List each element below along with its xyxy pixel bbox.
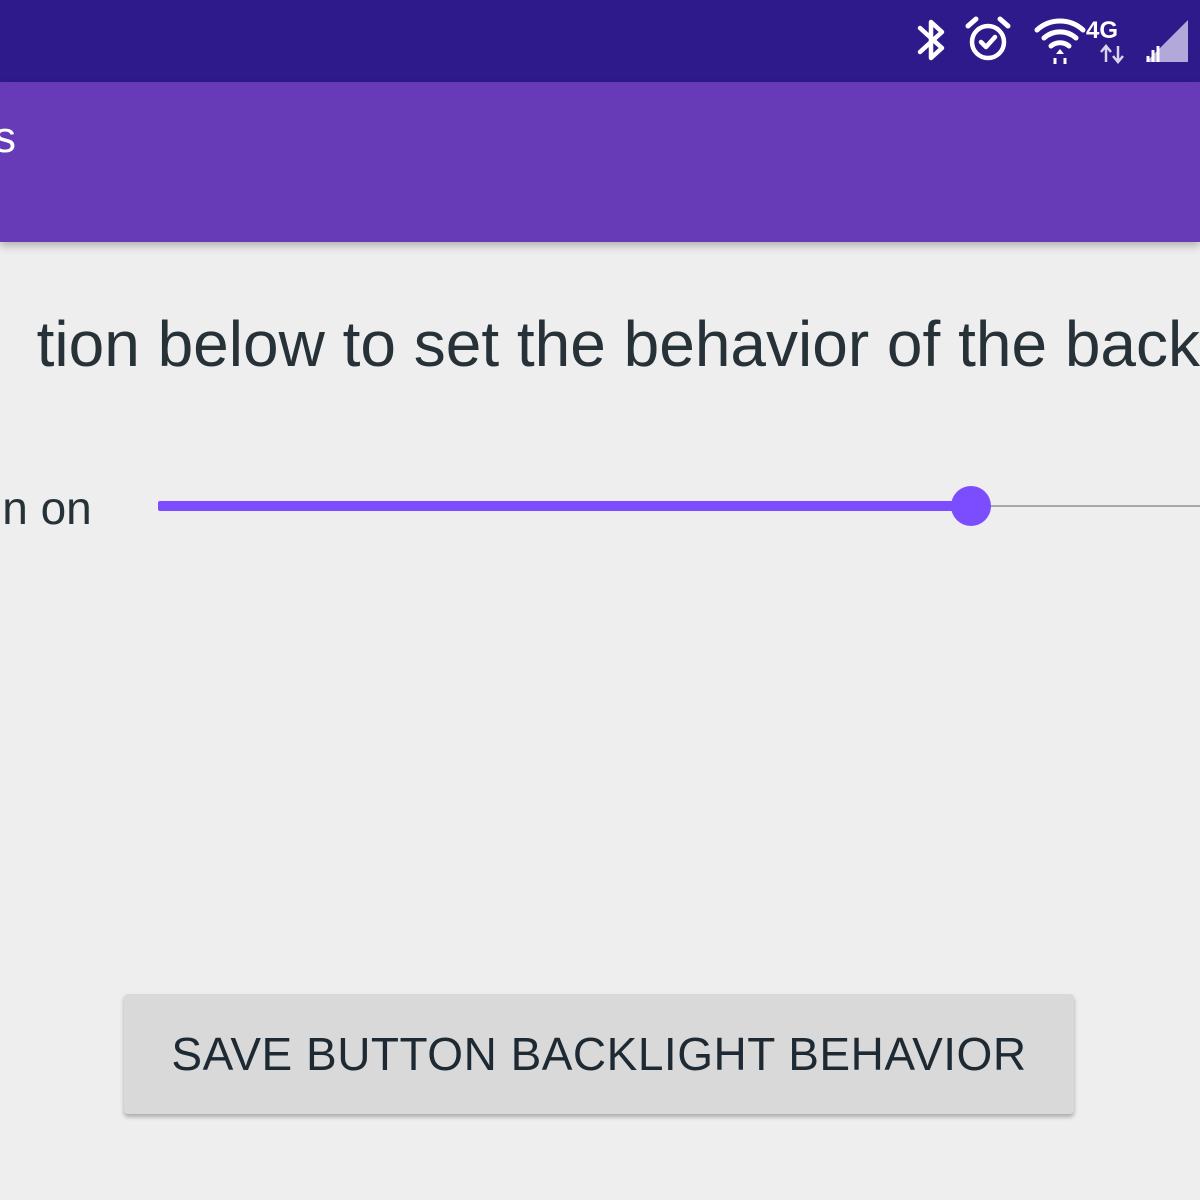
slider-label: in on <box>0 482 92 534</box>
status-bar: 4G <box>0 0 1200 82</box>
alarm-icon <box>964 14 1012 66</box>
app-bar <box>0 82 1200 242</box>
slider-fill <box>158 501 971 511</box>
save-backlight-button[interactable]: SAVE BUTTON BACKLIGHT BEHAVIOR <box>124 994 1074 1114</box>
slider-thumb[interactable] <box>950 486 991 526</box>
instruction-text: tion below to set the behavior of the ba… <box>36 308 1200 380</box>
4g-icon: 4G <box>1086 16 1142 64</box>
svg-text:4G: 4G <box>1086 17 1118 44</box>
signal-icon <box>1144 18 1190 64</box>
app-bar-title: s <box>0 113 16 162</box>
wifi-icon <box>1034 14 1086 66</box>
backlight-slider[interactable] <box>158 486 1200 526</box>
bluetooth-icon <box>912 14 952 66</box>
